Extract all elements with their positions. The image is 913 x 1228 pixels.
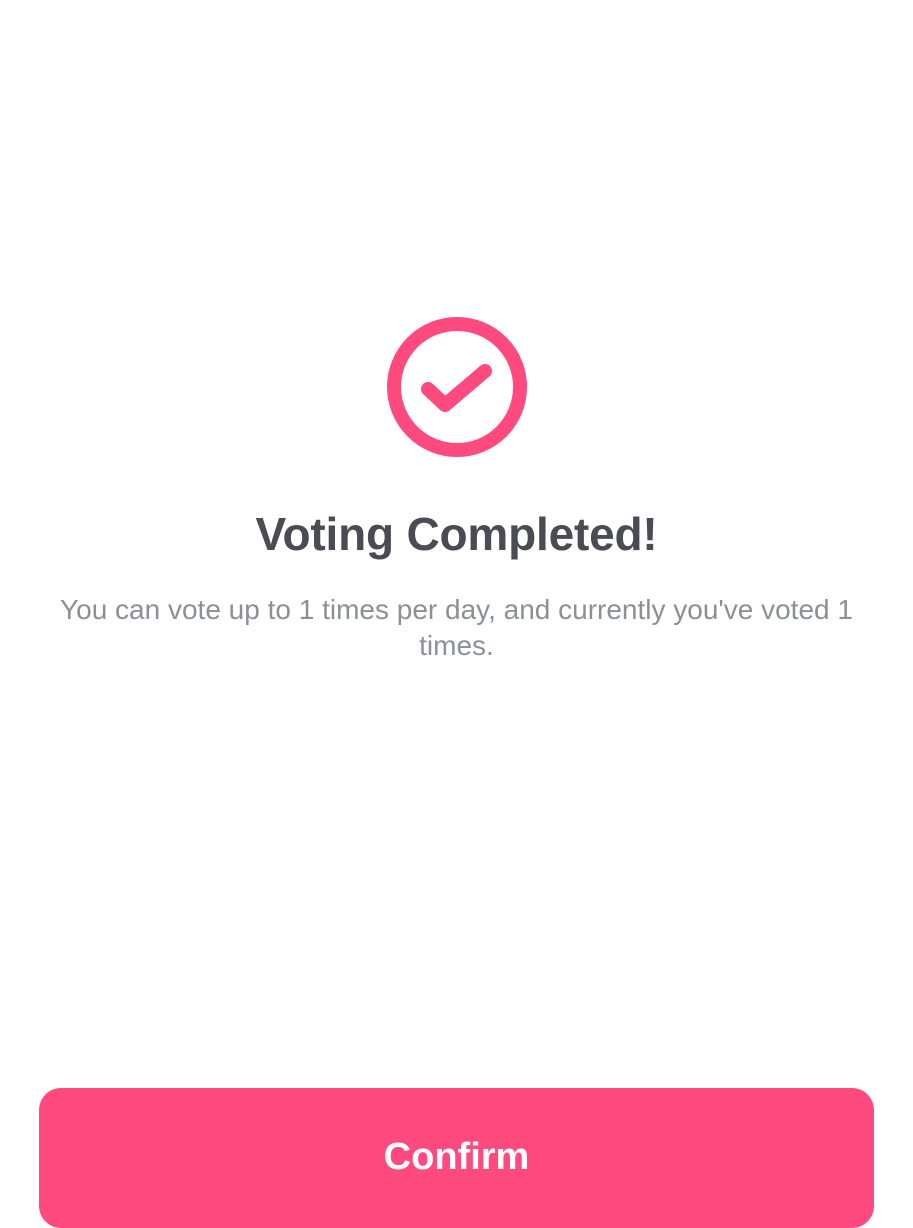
dialog-title: Voting Completed! (255, 508, 658, 560)
check-circle-icon (385, 315, 529, 459)
confirm-button[interactable]: Confirm (39, 1088, 874, 1228)
confirm-button-label: Confirm (383, 1136, 530, 1178)
dialog-message: You can vote up to 1 times per day, and … (60, 594, 853, 661)
